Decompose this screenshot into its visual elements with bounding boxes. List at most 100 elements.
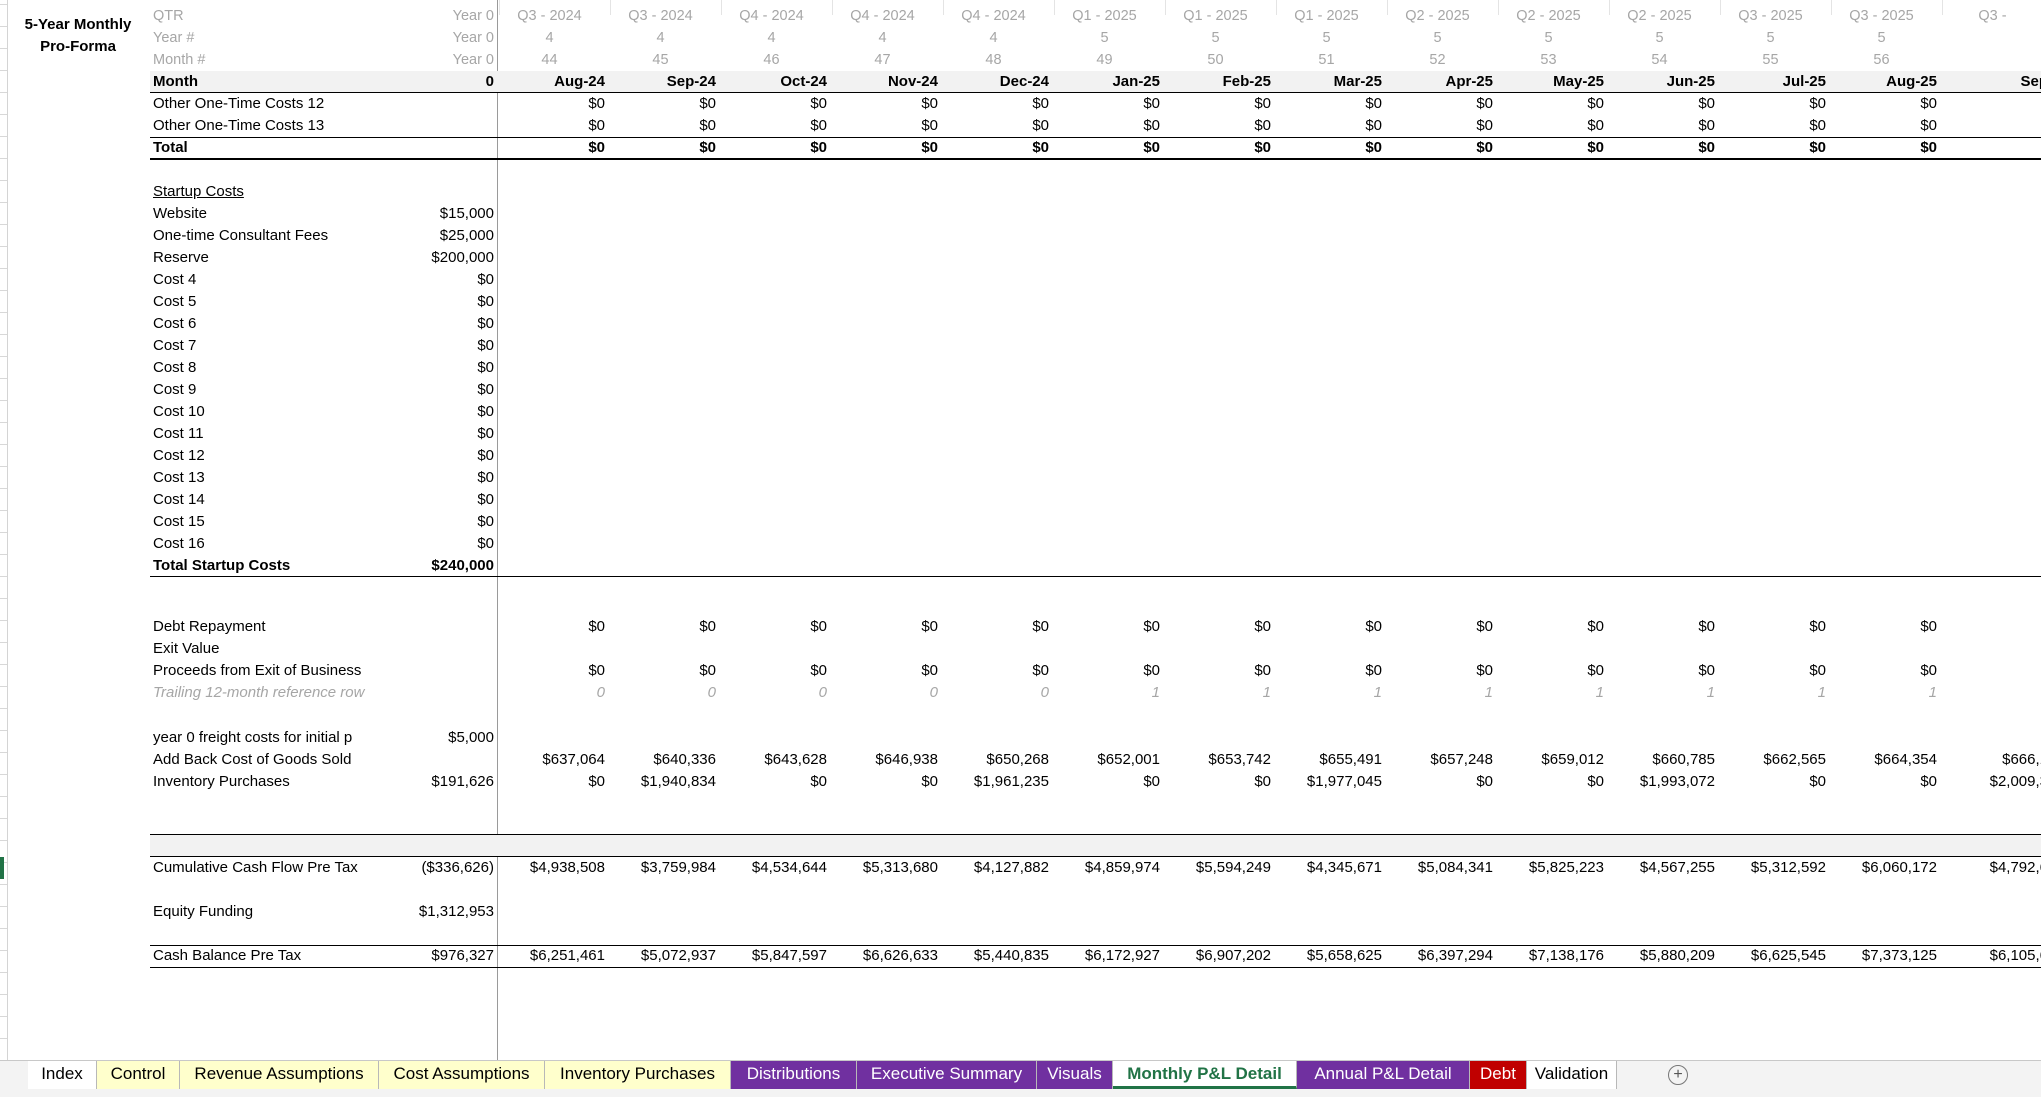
- value-cell[interactable]: 1: [1062, 682, 1160, 704]
- sheet-tab-inventory-purchases[interactable]: Inventory Purchases: [545, 1061, 731, 1089]
- sheet-tab-revenue-assumptions[interactable]: Revenue Assumptions: [180, 1061, 379, 1089]
- value-cell[interactable]: $2,009,3: [1950, 771, 2041, 793]
- column-header-month-no[interactable]: 52: [1382, 49, 1493, 71]
- value-cell[interactable]: $0: [729, 137, 827, 159]
- value-cell[interactable]: $0: [507, 115, 605, 137]
- value-cell[interactable]: $0: [1173, 771, 1271, 793]
- value-cell[interactable]: $0: [840, 616, 938, 638]
- sheet-tab-index[interactable]: Index: [28, 1061, 97, 1089]
- value-cell[interactable]: $0: [1173, 616, 1271, 638]
- column-header-year[interactable]: 5: [1049, 27, 1160, 49]
- value-cell[interactable]: $0: [1395, 660, 1493, 682]
- value-cell[interactable]: $5,880,209: [1617, 945, 1715, 967]
- column-header-month-no[interactable]: 48: [938, 49, 1049, 71]
- value-cell[interactable]: 0: [618, 682, 716, 704]
- year0-header-qtr[interactable]: Year 0: [398, 5, 494, 27]
- value-cell[interactable]: $0: [507, 137, 605, 159]
- year0-cell[interactable]: $25,000: [398, 225, 494, 247]
- plus-circle-icon[interactable]: +: [1668, 1065, 1688, 1085]
- value-cell[interactable]: $5,440,835: [951, 945, 1049, 967]
- year0-header-month[interactable]: 0: [398, 71, 494, 93]
- value-cell[interactable]: $0: [1173, 115, 1271, 137]
- column-header-year[interactable]: 5: [1604, 27, 1715, 49]
- year0-cell[interactable]: $0: [398, 379, 494, 401]
- value-cell[interactable]: [1950, 93, 2041, 115]
- value-cell[interactable]: $4,792,6: [1950, 857, 2041, 879]
- value-cell[interactable]: $5,084,341: [1395, 857, 1493, 879]
- column-header-year[interactable]: 4: [605, 27, 716, 49]
- value-cell[interactable]: 1: [1395, 682, 1493, 704]
- column-header-year[interactable]: 5: [1715, 27, 1826, 49]
- column-header-year[interactable]: 5: [1271, 27, 1382, 49]
- year0-cell[interactable]: [398, 660, 494, 682]
- value-cell[interactable]: [1950, 137, 2041, 159]
- spreadsheet-grid[interactable]: 5-Year Monthly Pro-Forma QTR Year 0 Q3 - 2…: [0, 0, 2041, 1060]
- value-cell[interactable]: [1950, 616, 2041, 638]
- value-cell[interactable]: $0: [1062, 660, 1160, 682]
- value-cell[interactable]: $0: [1617, 115, 1715, 137]
- value-cell[interactable]: $0: [1395, 137, 1493, 159]
- value-cell[interactable]: $664,354: [1839, 749, 1937, 771]
- column-header-month[interactable]: Apr-25: [1395, 71, 1493, 93]
- value-cell[interactable]: $655,491: [1284, 749, 1382, 771]
- value-cell[interactable]: $7,138,176: [1506, 945, 1604, 967]
- column-header-qtr[interactable]: Q1 - 2025: [1160, 5, 1271, 27]
- year0-cell[interactable]: [398, 137, 494, 159]
- column-header-month[interactable]: Jun-25: [1617, 71, 1715, 93]
- year0-cell[interactable]: $976,327: [398, 945, 494, 967]
- value-cell[interactable]: $0: [1506, 115, 1604, 137]
- value-cell[interactable]: $0: [507, 660, 605, 682]
- year0-cell[interactable]: [398, 93, 494, 115]
- value-cell[interactable]: $1,940,834: [618, 771, 716, 793]
- value-cell[interactable]: $0: [1728, 771, 1826, 793]
- sheet-tab-monthly-p-l-detail[interactable]: Monthly P&L Detail: [1113, 1061, 1297, 1089]
- year0-cell[interactable]: $0: [398, 291, 494, 313]
- value-cell[interactable]: $0: [1395, 616, 1493, 638]
- value-cell[interactable]: $0: [618, 115, 716, 137]
- value-cell[interactable]: [1950, 660, 2041, 682]
- year0-cell[interactable]: $0: [398, 489, 494, 511]
- value-cell[interactable]: $0: [951, 115, 1049, 137]
- column-header-year[interactable]: [1937, 27, 2041, 49]
- value-cell[interactable]: $0: [1617, 616, 1715, 638]
- year0-cell[interactable]: $200,000: [398, 247, 494, 269]
- year0-cell[interactable]: $0: [398, 423, 494, 445]
- sheet-tab-annual-p-l-detail[interactable]: Annual P&L Detail: [1297, 1061, 1470, 1089]
- value-cell[interactable]: $0: [618, 660, 716, 682]
- column-header-month-no[interactable]: [1937, 49, 2041, 71]
- column-header-month[interactable]: Feb-25: [1173, 71, 1271, 93]
- year0-cell[interactable]: $5,000: [398, 727, 494, 749]
- value-cell[interactable]: $0: [729, 93, 827, 115]
- column-header-month-no[interactable]: 55: [1715, 49, 1826, 71]
- value-cell[interactable]: $6,060,172: [1839, 857, 1937, 879]
- value-cell[interactable]: $0: [1617, 660, 1715, 682]
- value-cell[interactable]: $5,313,680: [840, 857, 938, 879]
- column-header-month[interactable]: May-25: [1506, 71, 1604, 93]
- value-cell[interactable]: $0: [840, 115, 938, 137]
- value-cell[interactable]: $0: [1284, 93, 1382, 115]
- value-cell[interactable]: $0: [840, 93, 938, 115]
- year0-cell[interactable]: $191,626: [398, 771, 494, 793]
- year0-cell[interactable]: $0: [398, 533, 494, 555]
- year0-cell[interactable]: $0: [398, 445, 494, 467]
- value-cell[interactable]: $0: [729, 115, 827, 137]
- column-header-year[interactable]: 5: [1382, 27, 1493, 49]
- value-cell[interactable]: $0: [1506, 660, 1604, 682]
- column-header-month-no[interactable]: 46: [716, 49, 827, 71]
- value-cell[interactable]: $0: [1728, 137, 1826, 159]
- value-cell[interactable]: $0: [1284, 616, 1382, 638]
- sheet-tab-distributions[interactable]: Distributions: [731, 1061, 857, 1089]
- value-cell[interactable]: 1: [1617, 682, 1715, 704]
- column-header-month-no[interactable]: 54: [1604, 49, 1715, 71]
- value-cell[interactable]: $5,658,625: [1284, 945, 1382, 967]
- year0-cell[interactable]: [398, 181, 494, 203]
- value-cell[interactable]: $0: [729, 660, 827, 682]
- value-cell[interactable]: $4,127,882: [951, 857, 1049, 879]
- column-header-qtr[interactable]: Q3 -: [1937, 5, 2041, 27]
- value-cell[interactable]: $5,594,249: [1173, 857, 1271, 879]
- column-header-qtr[interactable]: Q2 - 2025: [1493, 5, 1604, 27]
- column-header-year[interactable]: 5: [1493, 27, 1604, 49]
- year0-cell[interactable]: [398, 638, 494, 660]
- value-cell[interactable]: $650,268: [951, 749, 1049, 771]
- column-header-month-no[interactable]: 53: [1493, 49, 1604, 71]
